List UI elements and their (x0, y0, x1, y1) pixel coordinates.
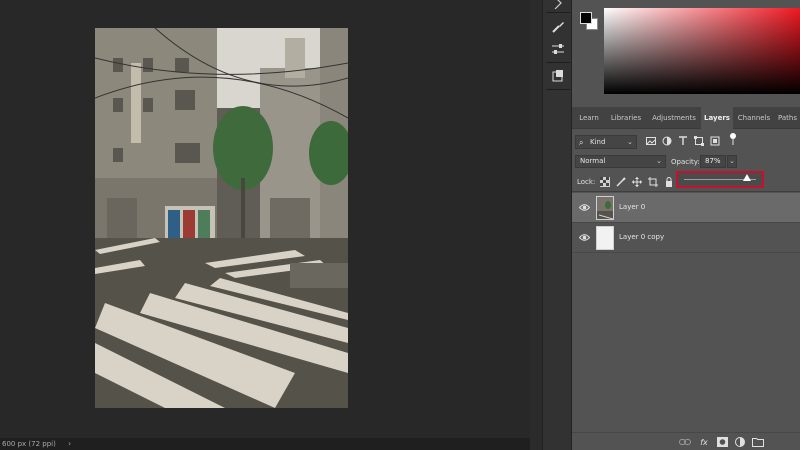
street-scene-image (95, 28, 348, 408)
color-picker-field[interactable] (604, 8, 800, 94)
canvas-scroll-gutter (530, 0, 542, 450)
canvas-area[interactable] (0, 0, 530, 438)
lock-pixels-icon[interactable] (615, 176, 627, 188)
layer-style-icon[interactable]: fx (698, 436, 710, 448)
filter-kind-select[interactable]: ⌕ Kind ⌄ (575, 135, 637, 149)
opacity-slider-thumb[interactable] (742, 174, 751, 181)
layers-bottom-toolbar: fx (572, 432, 800, 450)
layer-thumbnail (596, 226, 614, 250)
chevron-down-icon: ⌄ (627, 138, 633, 146)
lock-position-icon[interactable] (631, 176, 643, 188)
document-photo[interactable] (95, 28, 348, 408)
status-menu-arrow[interactable]: › (68, 438, 71, 450)
add-mask-icon[interactable] (716, 436, 728, 448)
document-info: 600 px (72 ppi) (2, 440, 56, 448)
shape-filter-icon[interactable] (693, 135, 705, 147)
foreground-color-swatch[interactable] (580, 12, 592, 24)
adjustment-filter-icon[interactable] (661, 135, 673, 147)
opacity-label: Opacity: (671, 158, 700, 166)
panel-dock (542, 0, 572, 450)
filter-kind-value: Kind (590, 138, 606, 146)
lock-transparency-icon[interactable] (599, 176, 611, 188)
tab-layers[interactable]: Layers (701, 107, 733, 129)
image-filter-icon[interactable] (645, 135, 657, 147)
3d-cube-icon[interactable] (547, 67, 569, 85)
color-panel (572, 0, 800, 103)
visibility-eye-icon[interactable] (579, 202, 590, 213)
tab-learn[interactable]: Learn (575, 107, 603, 129)
lock-label: Lock: (577, 178, 596, 186)
opacity-input[interactable]: 87% (700, 155, 726, 168)
layer-name[interactable]: Layer 0 copy (619, 232, 664, 242)
tab-paths[interactable]: Paths (775, 107, 800, 129)
blend-mode-value: Normal (580, 157, 606, 165)
layer-divider (572, 252, 800, 253)
tab-libraries[interactable]: Libraries (606, 107, 646, 129)
panel-tabs: Learn Libraries Adjustments Layers Chann… (572, 107, 800, 129)
visibility-eye-icon[interactable] (579, 232, 590, 243)
photoshop-window: 600 px (72 ppi) › Learn Libraries Adjust… (0, 0, 800, 450)
dock-separator (546, 12, 570, 13)
smart-object-filter-icon[interactable] (709, 135, 721, 147)
blend-opacity-row: Normal ⌄ Opacity: 87% ⌄ (572, 152, 800, 172)
dock-separator (546, 89, 570, 90)
layer-row-layer-0[interactable]: Layer 0 (572, 193, 800, 222)
chevron-down-icon: ⌄ (656, 157, 662, 165)
lock-all-icon[interactable] (663, 176, 675, 188)
dock-collapsed-icon[interactable] (547, 0, 569, 12)
layer-name[interactable]: Layer 0 (619, 202, 645, 212)
tab-adjustments[interactable]: Adjustments (649, 107, 699, 129)
layer-row-layer-0-copy[interactable]: Layer 0 copy (572, 223, 800, 252)
brush-settings-icon[interactable] (547, 18, 569, 36)
new-fill-adjustment-icon[interactable] (734, 436, 746, 448)
new-group-icon[interactable] (752, 436, 764, 448)
search-icon: ⌕ (579, 138, 584, 147)
link-layers-icon[interactable] (679, 436, 691, 448)
blend-mode-select[interactable]: Normal ⌄ (575, 155, 666, 168)
type-filter-icon[interactable] (677, 135, 689, 147)
tab-channels[interactable]: Channels (735, 107, 773, 129)
status-bar: 600 px (72 ppi) › (0, 438, 530, 450)
layer-thumbnail (596, 196, 614, 220)
opacity-dropdown-button[interactable]: ⌄ (727, 155, 737, 168)
adjust-sliders-icon[interactable] (547, 40, 569, 58)
right-panels: Learn Libraries Adjustments Layers Chann… (572, 0, 800, 450)
filter-toggle-icon[interactable] (727, 133, 739, 145)
layer-filter-row: ⌕ Kind ⌄ (572, 131, 800, 151)
dock-separator (546, 62, 570, 63)
lock-artboard-icon[interactable] (647, 176, 659, 188)
opacity-slider-popup[interactable] (676, 171, 764, 188)
